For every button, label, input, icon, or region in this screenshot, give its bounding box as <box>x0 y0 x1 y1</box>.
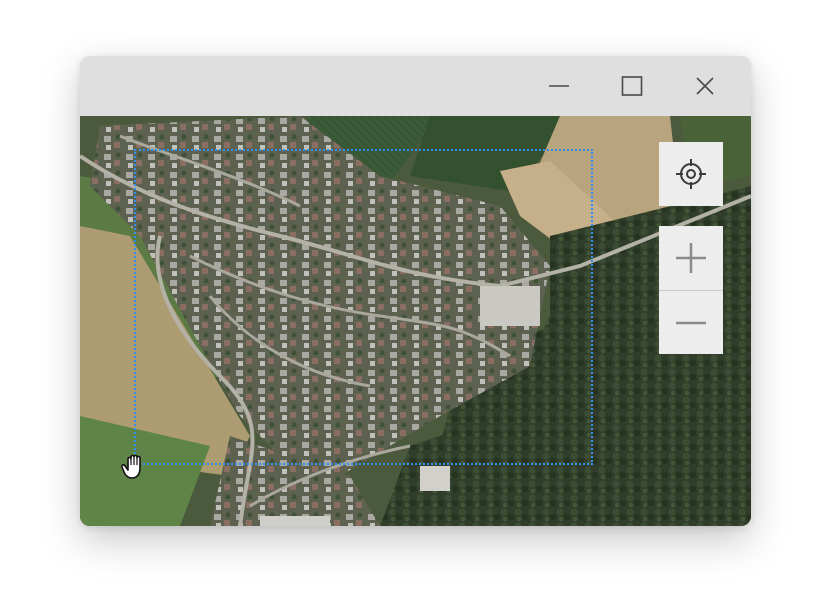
maximize-button[interactable] <box>609 68 655 104</box>
minimize-icon <box>549 85 569 87</box>
close-icon <box>696 77 714 95</box>
close-button[interactable] <box>682 68 728 104</box>
zoom-out-button[interactable] <box>659 291 723 354</box>
map-view[interactable] <box>80 116 751 526</box>
title-bar[interactable] <box>80 56 751 116</box>
selection-rectangle[interactable] <box>134 149 593 465</box>
minus-icon <box>676 321 706 324</box>
crosshair-icon <box>676 159 706 189</box>
zoom-in-button[interactable] <box>659 226 723 290</box>
plus-icon <box>676 243 706 273</box>
map-window <box>80 56 751 526</box>
maximize-icon <box>621 76 643 96</box>
hand-grab-cursor <box>121 454 141 479</box>
locate-button[interactable] <box>659 142 723 206</box>
minimize-button[interactable] <box>536 68 582 104</box>
